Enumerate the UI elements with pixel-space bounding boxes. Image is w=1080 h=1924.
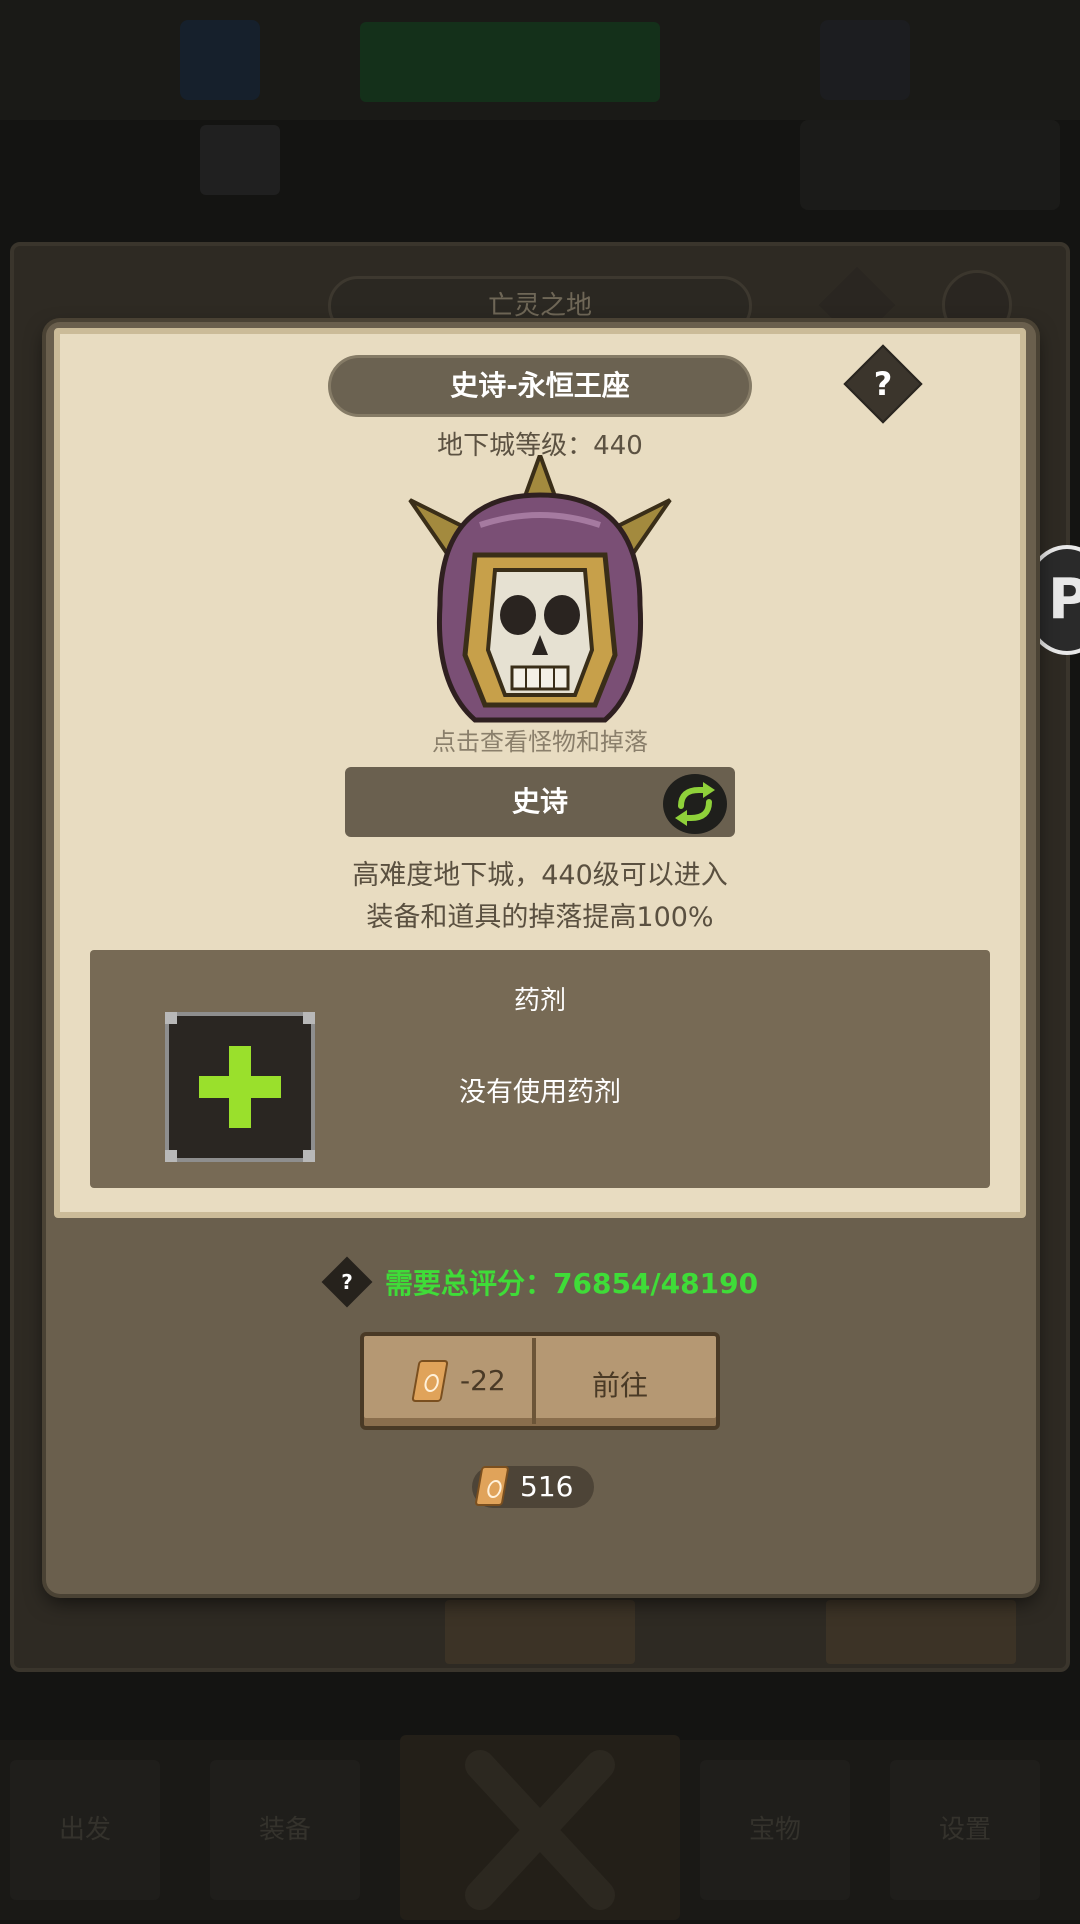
question-icon: ?: [341, 1270, 353, 1294]
slot-corner: [303, 1150, 315, 1162]
skull-helmet-icon: [408, 449, 672, 723]
go-button-divider: [532, 1338, 536, 1424]
nav-tab-equipment: 装备: [210, 1760, 360, 1900]
top-center-button: [360, 22, 660, 102]
bg-right-panel: [800, 120, 1060, 210]
nav-tab-settings: 设置: [890, 1760, 1040, 1900]
boss-portrait[interactable]: [400, 449, 680, 725]
switch-difficulty-button[interactable]: [663, 774, 727, 834]
floating-badge-letter: P: [1048, 567, 1080, 632]
ticket-balance-value: 516: [520, 1470, 574, 1503]
nav-tab-depart: 出发: [10, 1760, 160, 1900]
required-score: 需要总评分：76854/48190: [385, 1267, 759, 1300]
view-monsters-hint[interactable]: 点击查看怪物和掉落: [340, 722, 740, 757]
ticket-cost[interactable]: -22: [460, 1364, 506, 1397]
slot-corner: [165, 1150, 177, 1162]
potion-title: 药剂: [513, 986, 566, 1016]
bg-info-panel: [10, 130, 170, 180]
nav-tab-treasure: 宝物: [700, 1760, 850, 1900]
top-left-button: [180, 20, 260, 100]
refresh-arrows-icon: [675, 782, 715, 826]
go-label[interactable]: 前往: [550, 1364, 690, 1404]
top-right-button: [820, 20, 910, 100]
score-help-button[interactable]: ?: [321, 1256, 373, 1308]
bg-left-icon: [200, 125, 280, 195]
potion-status: 没有使用药剂: [459, 1077, 621, 1108]
nav-tab-battle: [400, 1735, 680, 1920]
crossed-swords-icon: [465, 1750, 615, 1910]
dungeon-title: 史诗-永恒王座: [328, 355, 752, 417]
bg-plank-button: [826, 1600, 1016, 1664]
dungeon-description-line: 高难度地下城，440级可以进入: [352, 860, 728, 891]
question-icon: ?: [873, 365, 893, 403]
dungeon-description-line: 装备和道具的掉落提高100%: [366, 902, 714, 933]
slot-corner: [165, 1012, 177, 1024]
add-potion-slot[interactable]: [165, 1012, 315, 1162]
slot-corner: [303, 1012, 315, 1024]
plus-icon: [199, 1076, 281, 1098]
bg-plank-button: [445, 1600, 635, 1664]
